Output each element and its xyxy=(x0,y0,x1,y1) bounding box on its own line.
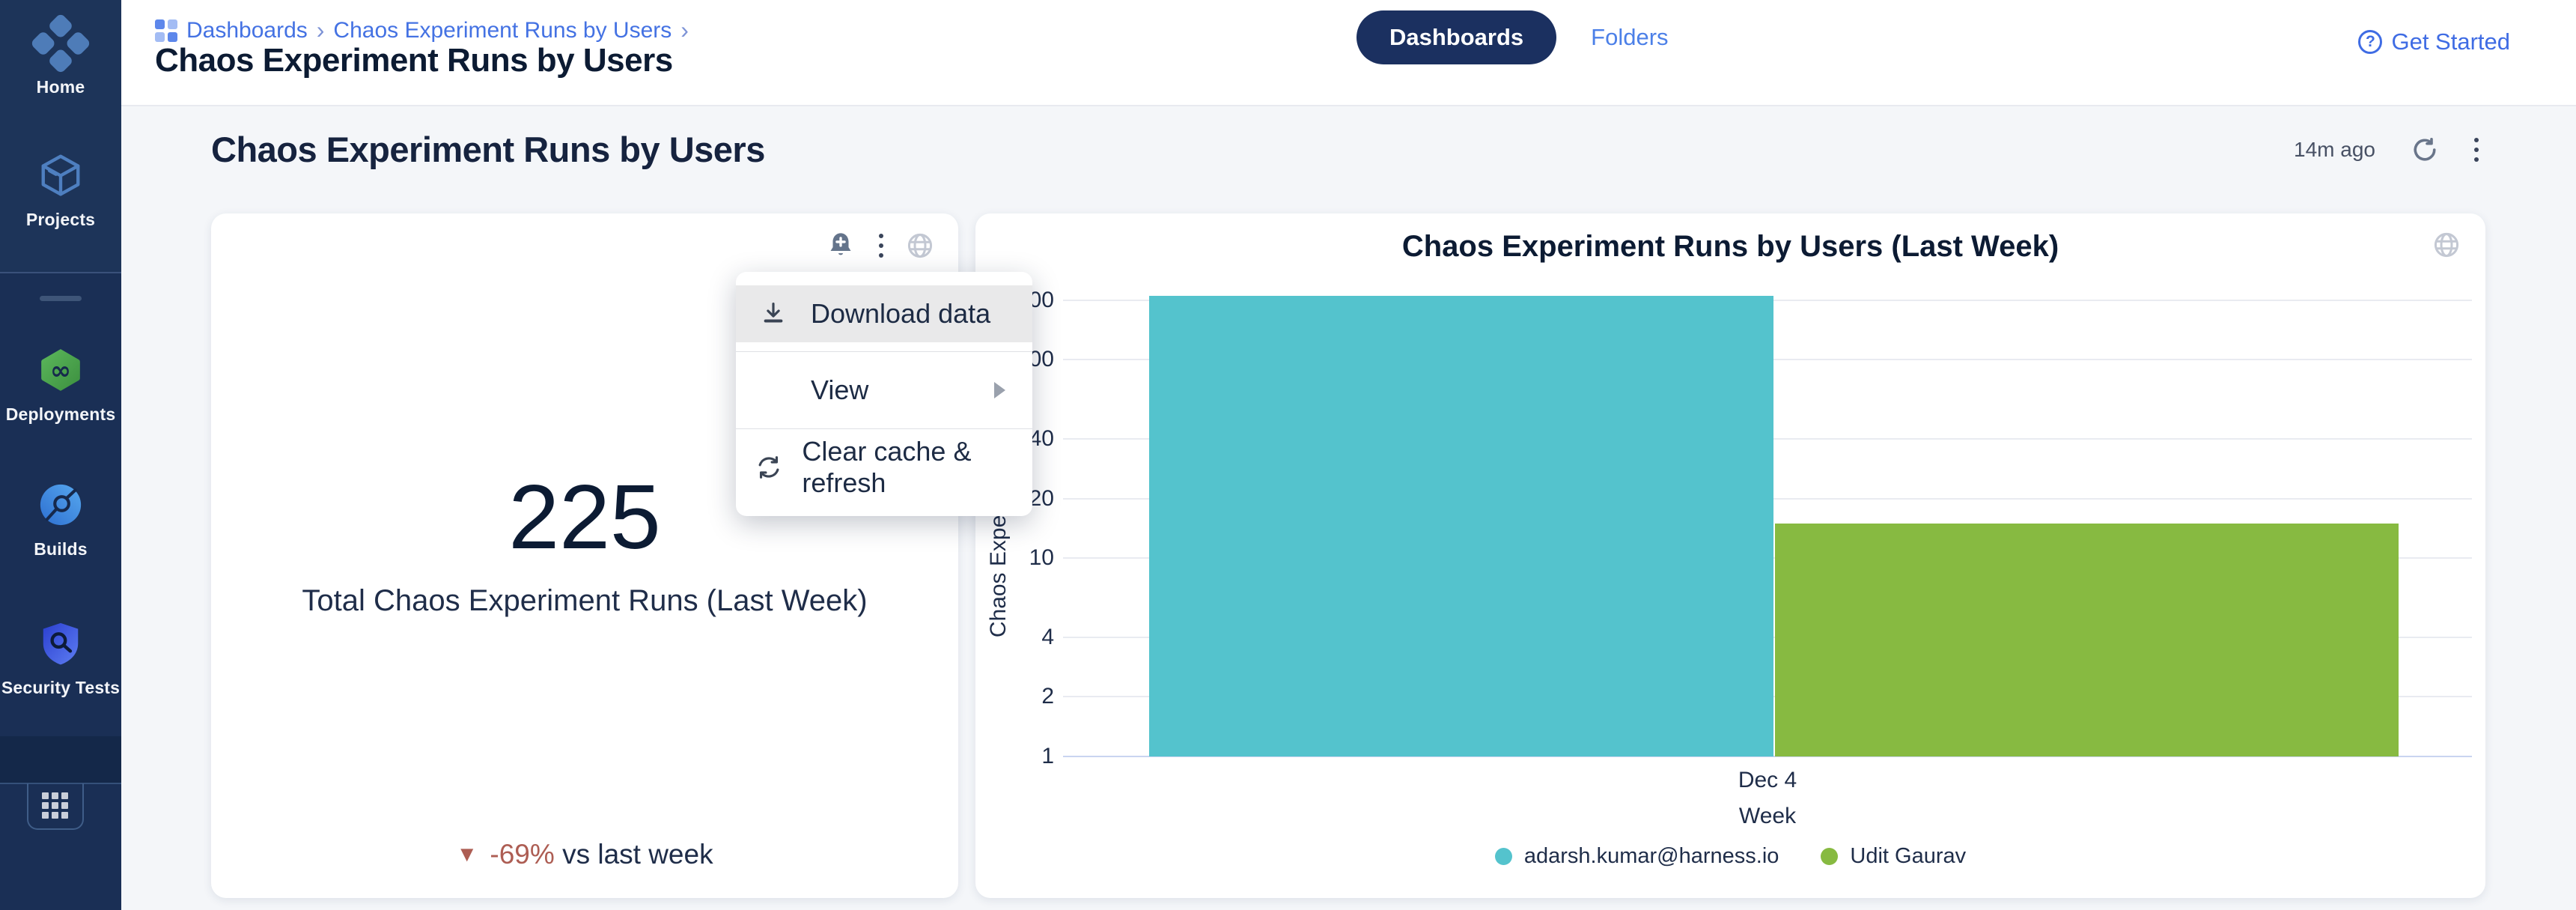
delta-suffix: vs last week xyxy=(562,839,713,870)
sidebar-collapse-strip[interactable] xyxy=(0,736,121,783)
submenu-arrow-icon xyxy=(994,382,1005,398)
cube-icon xyxy=(37,152,84,202)
shield-search-icon xyxy=(37,620,84,670)
header-tabs: Dashboards Folders xyxy=(1356,10,1669,64)
x-axis-title: Week xyxy=(1063,804,2472,829)
bar-chart-tile: Chaos Experiment Runs by Users (Last Wee… xyxy=(975,213,2485,898)
x-axis-category: Dec 4 xyxy=(1063,768,2472,793)
page-title: Chaos Experiment Runs by Users xyxy=(155,42,673,79)
chart-title: Chaos Experiment Runs by Users (Last Wee… xyxy=(975,230,2485,264)
tab-folders[interactable]: Folders xyxy=(1591,24,1668,51)
y-tick-label: 40 xyxy=(1029,426,1054,452)
last-refresh-label: 14m ago xyxy=(2294,138,2375,162)
breadcrumb-dashboards[interactable]: Dashboards xyxy=(186,18,308,43)
sidebar-item-home[interactable]: Home xyxy=(0,16,121,97)
y-tick-label: 20 xyxy=(1029,486,1054,512)
grid-icon xyxy=(42,792,69,819)
get-started-link[interactable]: ? Get Started xyxy=(2358,28,2510,55)
bar-Udit Gaurav[interactable] xyxy=(1775,524,2399,756)
delta-down-icon: ▼ xyxy=(456,843,478,867)
y-tick-label: 10 xyxy=(1029,545,1054,571)
tab-dashboards[interactable]: Dashboards xyxy=(1356,10,1556,64)
bar-adarsh.kumar@harness.io[interactable] xyxy=(1149,296,1773,756)
sidebar-item-label: Projects xyxy=(0,210,121,230)
delta-value: -69% xyxy=(490,839,554,870)
tile-kebab-menu-button[interactable] xyxy=(879,234,883,258)
module-picker-button[interactable] xyxy=(27,783,84,830)
breadcrumb-separator: › xyxy=(317,16,325,44)
refresh-cycle-icon xyxy=(736,453,802,482)
legend-label: adarsh.kumar@harness.io xyxy=(1524,844,1779,869)
tile-context-menu: Download data View Clear cache & refresh xyxy=(736,272,1032,516)
tile-globe-icon[interactable] xyxy=(906,231,934,260)
top-header: Dashboards › Chaos Experiment Runs by Us… xyxy=(121,0,2576,106)
tile-actions xyxy=(825,230,934,261)
sidebar-item-deployments[interactable]: ∞ Deployments xyxy=(0,347,121,425)
menu-item-view[interactable]: View xyxy=(736,352,1032,428)
sidebar-item-label: Deployments xyxy=(0,404,121,425)
menu-item-label: Download data xyxy=(811,298,990,330)
dashboards-grid-icon xyxy=(155,19,177,42)
sidebar-item-label: Security Tests xyxy=(0,678,121,698)
menu-item-label: Clear cache & refresh xyxy=(802,436,1032,499)
legend-dot-icon xyxy=(1495,848,1512,865)
y-tick-label: 4 xyxy=(1041,625,1054,650)
sidebar-divider xyxy=(0,272,121,273)
svg-text:∞: ∞ xyxy=(50,356,71,385)
menu-item-label: View xyxy=(811,374,868,406)
sidebar-item-label: Home xyxy=(0,77,121,97)
breadcrumb-separator: › xyxy=(680,16,689,44)
y-tick-label: 1 xyxy=(1041,744,1054,769)
legend-item[interactable]: Udit Gaurav xyxy=(1821,844,1966,869)
dashboard-toolbar: 14m ago xyxy=(2294,136,2479,163)
cd-hexagon-icon: ∞ xyxy=(37,347,84,397)
tile-delta: ▼ -69% vs last week xyxy=(211,839,958,870)
legend-item[interactable]: adarsh.kumar@harness.io xyxy=(1495,844,1779,869)
sidebar-item-projects[interactable]: Projects xyxy=(0,152,121,230)
sidebar-item-label: Builds xyxy=(0,539,121,559)
sidebar-item-security-tests[interactable]: Security Tests xyxy=(0,620,121,698)
y-tick-label: 2 xyxy=(1041,684,1054,709)
ci-circle-icon xyxy=(37,482,84,532)
chart-globe-icon[interactable] xyxy=(2432,231,2461,259)
menu-item-download-data[interactable]: Download data xyxy=(736,285,1032,342)
plot-area xyxy=(1063,276,2472,756)
tile-label: Total Chaos Experiment Runs (Last Week) xyxy=(211,584,958,618)
legend-dot-icon xyxy=(1821,848,1838,865)
breadcrumb: Dashboards › Chaos Experiment Runs by Us… xyxy=(155,16,689,44)
legend-label: Udit Gaurav xyxy=(1850,844,1966,869)
harness-home-icon xyxy=(29,12,93,76)
sidebar-section-handle xyxy=(40,296,82,301)
breadcrumb-current-dashboard[interactable]: Chaos Experiment Runs by Users xyxy=(333,18,672,43)
dashboard-title: Chaos Experiment Runs by Users xyxy=(211,129,765,170)
menu-item-clear-cache-refresh[interactable]: Clear cache & refresh xyxy=(736,429,1032,506)
refresh-button[interactable] xyxy=(2411,136,2438,163)
dashboard-kebab-menu-button[interactable] xyxy=(2474,138,2479,162)
help-circle-icon: ? xyxy=(2358,30,2382,54)
sidebar-item-builds[interactable]: Builds xyxy=(0,482,121,559)
sidebar: Home Projects ∞ Deployments xyxy=(0,0,121,910)
chart-legend: adarsh.kumar@harness.io Udit Gaurav xyxy=(975,844,2485,869)
alert-bell-plus-icon[interactable] xyxy=(825,230,856,261)
download-icon xyxy=(736,300,811,328)
get-started-label: Get Started xyxy=(2391,28,2510,55)
